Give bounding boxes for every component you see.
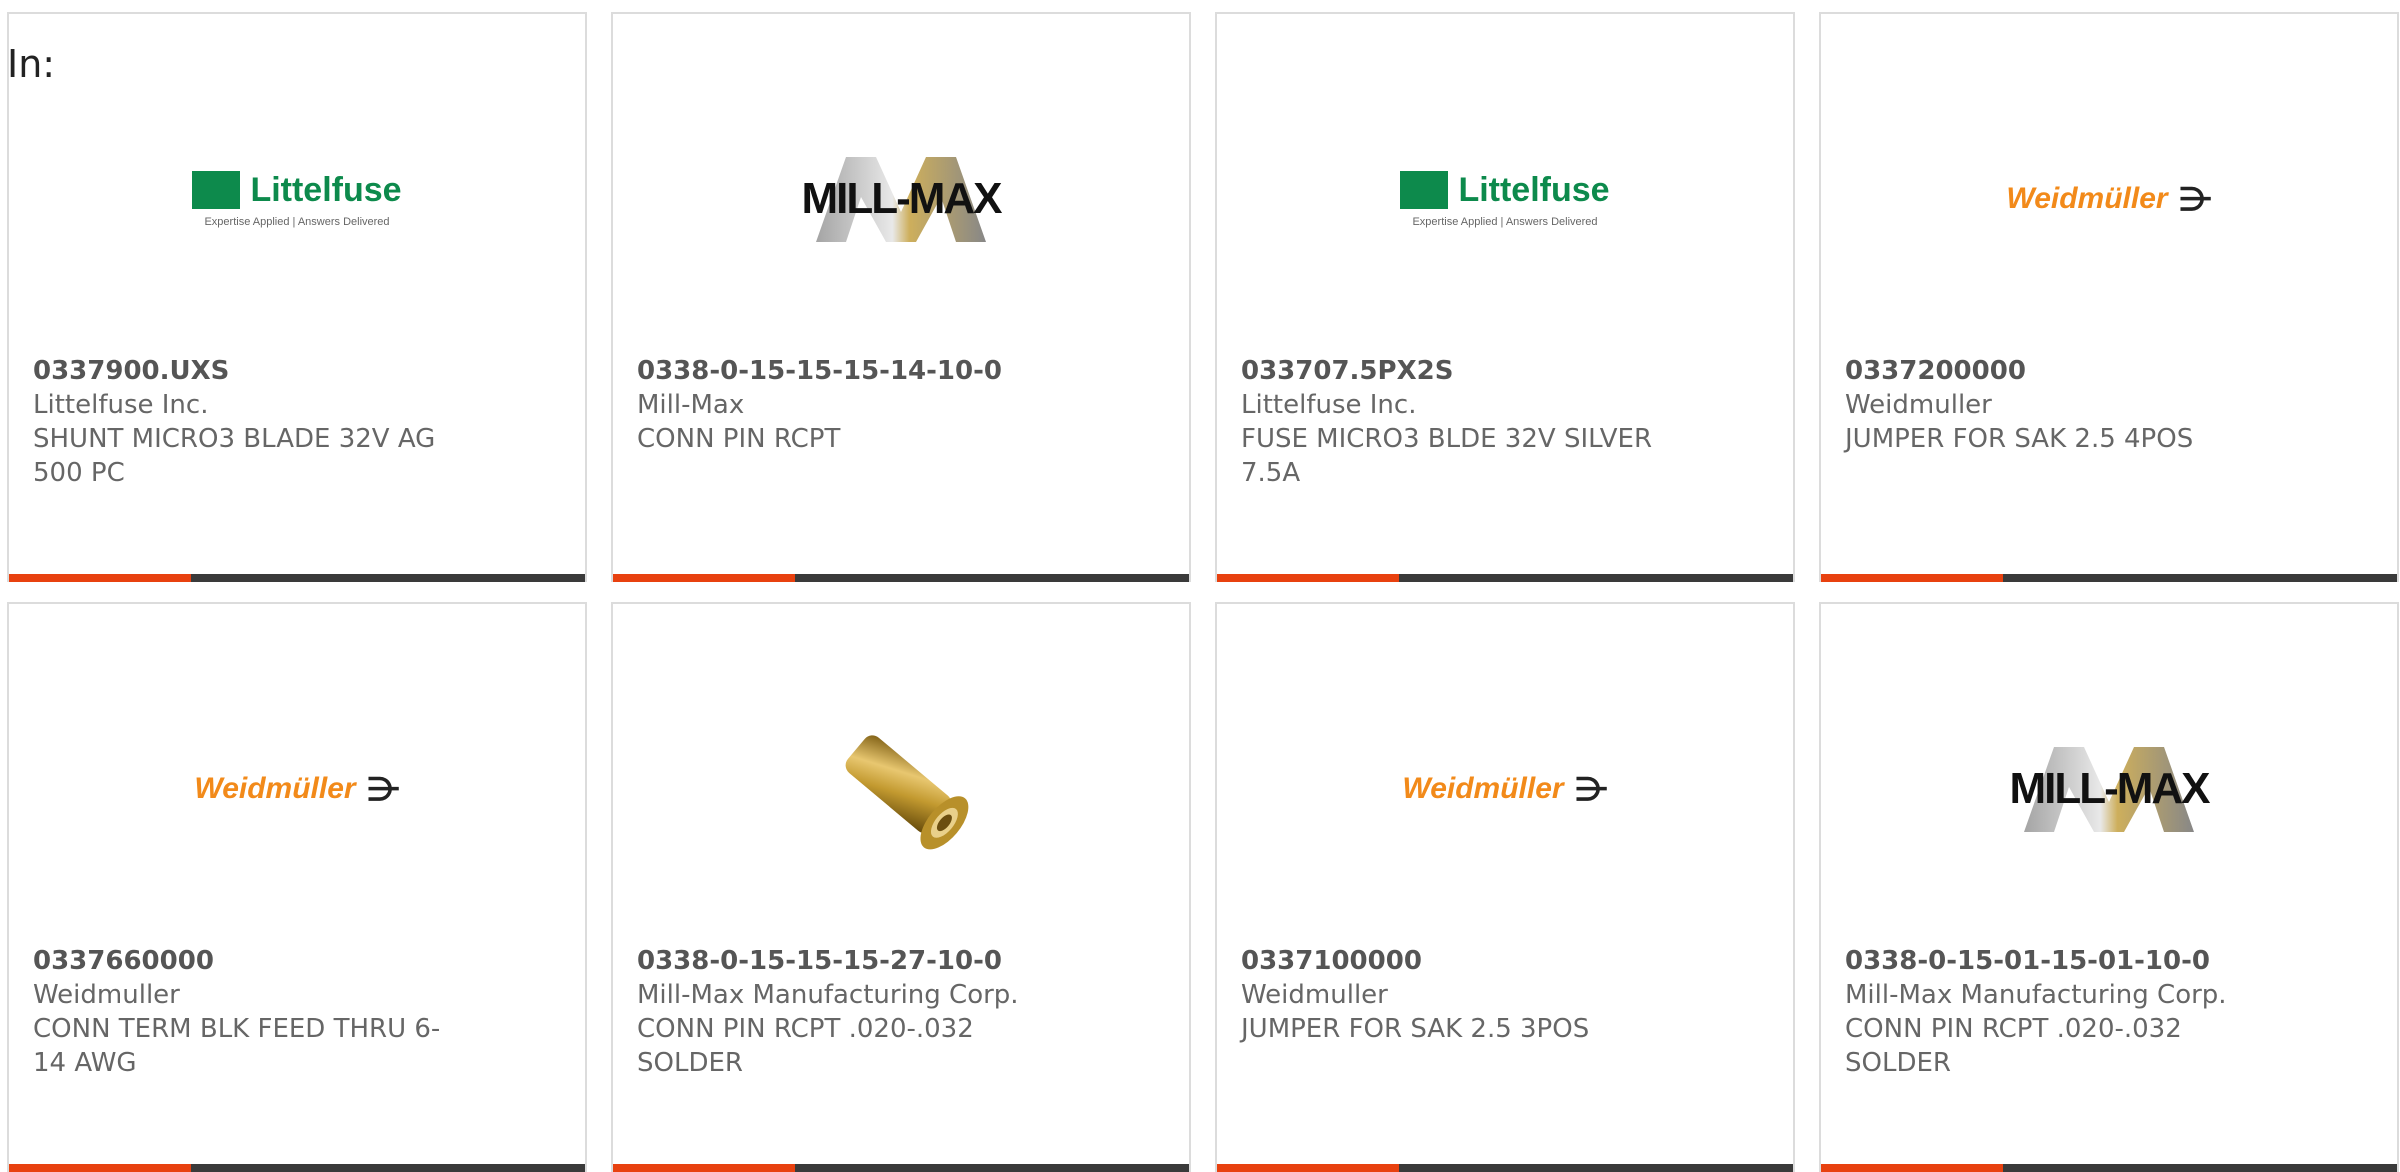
description: CONN PIN RCPT .020-.032 SOLDER <box>1845 1014 2182 1078</box>
part-number[interactable]: 0337900.UXS <box>33 354 453 388</box>
logo-name: Weidmüller <box>1402 772 1564 805</box>
card-bar-accent <box>9 1164 191 1172</box>
card-bar <box>1821 574 2397 582</box>
description: CONN PIN RCPT .020-.032 SOLDER <box>637 1014 974 1078</box>
product-card[interactable]: 0338-0-15-15-15-27-10-0 Mill-Max Manufac… <box>611 602 1191 1172</box>
card-bar <box>1821 1164 2397 1172</box>
part-number[interactable]: 0338-0-15-15-15-14-10-0 <box>637 354 1057 388</box>
product-card[interactable]: Weidmüller ⋺ 0337660000 Weidmuller CONN … <box>7 602 587 1172</box>
part-number[interactable]: 0337100000 <box>1241 944 1661 978</box>
product-card[interactable]: Littelfuse Expertise Applied | Answers D… <box>1215 12 1795 582</box>
product-image[interactable]: MILL-MAX <box>1821 684 2397 894</box>
product-image[interactable]: Weidmüller ⋺ <box>1217 684 1793 894</box>
logo-tagline: Expertise Applied | Answers Delivered <box>204 215 390 228</box>
manufacturer: Littelfuse Inc. <box>33 390 209 420</box>
description: FUSE MICRO3 BLDE 32V SILVER 7.5A <box>1241 424 1653 488</box>
card-bar <box>1217 1164 1793 1172</box>
weidmuller-logo: Weidmüller ⋺ <box>194 770 399 808</box>
card-bar-accent <box>1821 574 2003 582</box>
description: CONN TERM BLK FEED THRU 6-14 AWG <box>33 1014 441 1078</box>
card-bar-accent <box>613 574 795 582</box>
product-image[interactable]: MILL-MAX <box>613 94 1189 304</box>
weidmuller-mark-icon: ⋺ <box>367 771 400 807</box>
weidmuller-mark-icon: ⋺ <box>2179 181 2212 217</box>
description: SHUNT MICRO3 BLADE 32V AG 500 PC <box>33 424 436 488</box>
product-card[interactable]: MILL-MAX 0338-0-15-01-15-01-10-0 Mill-Ma… <box>1819 602 2399 1172</box>
pin-photo <box>845 735 969 850</box>
description: JUMPER FOR SAK 2.5 4POS <box>1845 424 2194 454</box>
logo-name: Littelfuse <box>250 170 402 209</box>
description: CONN PIN RCPT <box>637 424 841 454</box>
product-grid: Littelfuse Expertise Applied | Answers D… <box>7 12 2400 1172</box>
manufacturer: Mill-Max Manufacturing Corp. <box>637 980 1019 1010</box>
millmax-logo: MILL-MAX <box>796 152 1006 247</box>
card-bar <box>613 574 1189 582</box>
card-bar-accent <box>1217 1164 1399 1172</box>
manufacturer: Weidmuller <box>33 980 180 1010</box>
product-image[interactable]: Weidmüller ⋺ <box>1821 94 2397 304</box>
littelfuse-mark-icon <box>192 171 241 209</box>
card-bar <box>9 1164 585 1172</box>
card-bar-accent <box>613 1164 795 1172</box>
product-image[interactable] <box>613 684 1189 894</box>
product-card[interactable]: Weidmüller ⋺ 0337100000 Weidmuller JUMPE… <box>1215 602 1795 1172</box>
product-card[interactable]: MILL-MAX 0338-0-15-15-15-14-10-0 Mill-Ma… <box>611 12 1191 582</box>
logo-name: Littelfuse <box>1458 170 1610 209</box>
filter-label: In: <box>7 42 56 86</box>
part-number[interactable]: 0337660000 <box>33 944 453 978</box>
manufacturer: Mill-Max Manufacturing Corp. <box>1845 980 2227 1010</box>
product-image[interactable]: Weidmüller ⋺ <box>9 684 585 894</box>
weidmuller-mark-icon: ⋺ <box>1575 771 1608 807</box>
product-card[interactable]: Weidmüller ⋺ 0337200000 Weidmuller JUMPE… <box>1819 12 2399 582</box>
weidmuller-logo: Weidmüller ⋺ <box>1402 770 1607 808</box>
manufacturer: Weidmuller <box>1241 980 1388 1010</box>
part-number[interactable]: 0338-0-15-15-15-27-10-0 <box>637 944 1057 978</box>
description: JUMPER FOR SAK 2.5 3POS <box>1241 1014 1590 1044</box>
card-bar-accent <box>1821 1164 2003 1172</box>
part-number[interactable]: 0338-0-15-01-15-01-10-0 <box>1845 944 2265 978</box>
product-card[interactable]: Littelfuse Expertise Applied | Answers D… <box>7 12 587 582</box>
logo-name: MILL-MAX <box>801 174 1002 223</box>
littelfuse-logo: Littelfuse Expertise Applied | Answers D… <box>192 170 402 228</box>
littelfuse-mark-icon <box>1400 171 1449 209</box>
product-image[interactable]: Littelfuse Expertise Applied | Answers D… <box>1217 94 1793 304</box>
card-bar <box>613 1164 1189 1172</box>
millmax-logo: MILL-MAX <box>2004 742 2214 837</box>
littelfuse-logo: Littelfuse Expertise Applied | Answers D… <box>1400 170 1610 228</box>
logo-name: MILL-MAX <box>2009 764 2210 813</box>
weidmuller-logo: Weidmüller ⋺ <box>2006 180 2211 218</box>
manufacturer: Mill-Max <box>637 390 745 420</box>
manufacturer: Weidmuller <box>1845 390 1992 420</box>
part-number[interactable]: 0337200000 <box>1845 354 2265 388</box>
logo-tagline: Expertise Applied | Answers Delivered <box>1412 215 1598 228</box>
card-bar-accent <box>9 574 191 582</box>
part-number[interactable]: 033707.5PX2S <box>1241 354 1661 388</box>
logo-name: Weidmüller <box>194 772 356 805</box>
card-bar <box>1217 574 1793 582</box>
card-bar-accent <box>1217 574 1399 582</box>
product-image[interactable]: Littelfuse Expertise Applied | Answers D… <box>9 94 585 304</box>
manufacturer: Littelfuse Inc. <box>1241 390 1417 420</box>
logo-name: Weidmüller <box>2006 182 2168 215</box>
card-bar <box>9 574 585 582</box>
